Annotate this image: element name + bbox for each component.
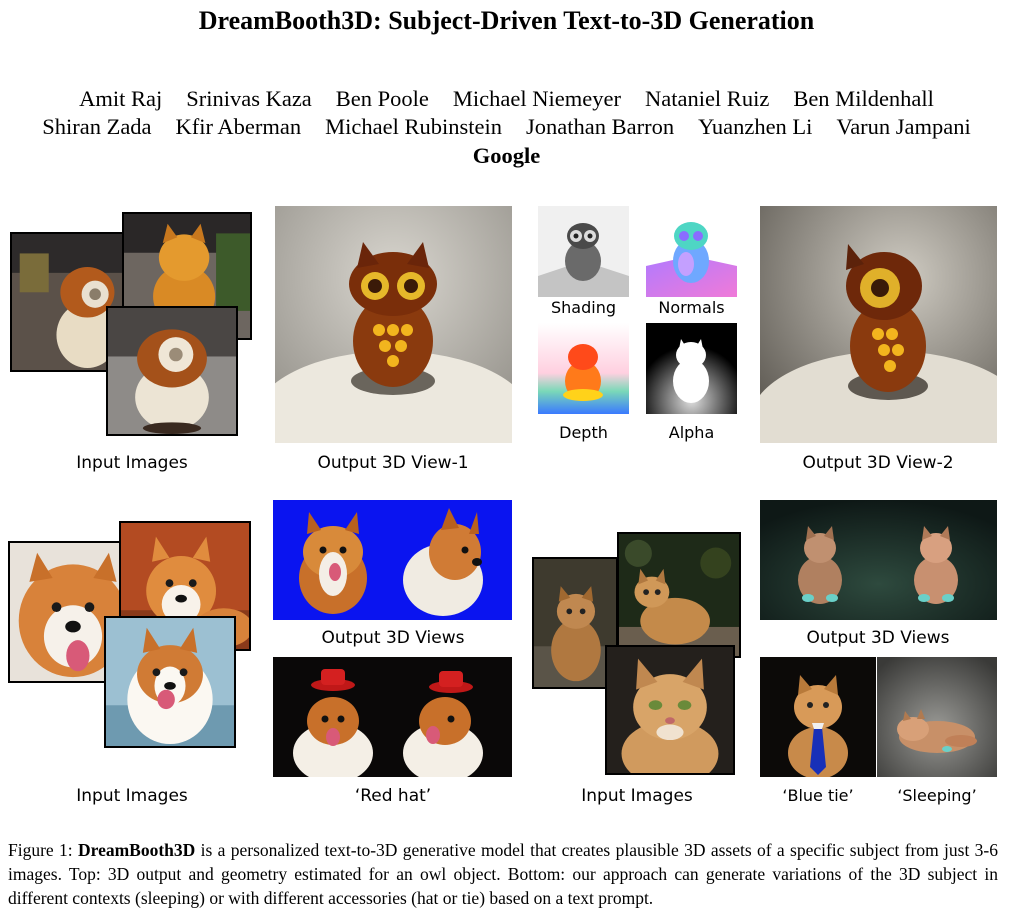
authors-line-2: Shiran Zada Kfir Aberman Michael Rubinstei… [0, 114, 1013, 140]
owl-shading-map [538, 206, 629, 297]
author-name: Michael Rubinstein [325, 114, 502, 139]
depth-label: Depth [559, 423, 608, 442]
figure-caption: Figure 1: DreamBooth3D is a personalized… [8, 838, 998, 910]
owl-normals-map [646, 206, 737, 297]
author-name: Amit Raj [79, 86, 163, 111]
caption-prefix: Figure 1: [8, 840, 78, 860]
author-name: Varun Jampani [836, 114, 971, 139]
owl-input-photo-3 [106, 306, 238, 436]
owl-view-1-label: Output 3D View-1 [317, 453, 469, 473]
owl-output-view-1-image [275, 206, 512, 443]
cat-output-label: Output 3D Views [806, 628, 950, 648]
author-name: Srinivas Kaza [186, 86, 312, 111]
caption-bold-name: DreamBooth3D [78, 840, 196, 860]
normals-label: Normals [658, 298, 725, 317]
author-name: Shiran Zada [42, 114, 152, 139]
cat-input-photo-2 [617, 532, 741, 658]
cat-output-3d-views-image [760, 500, 997, 620]
dog-red-hat-image [273, 657, 512, 777]
author-name: Ben Mildenhall [793, 86, 934, 111]
authors-line-1: Amit Raj Srinivas Kaza Ben Poole Michael Ni… [0, 86, 1013, 112]
cat-input-label: Input Images [581, 786, 693, 806]
cat-blue-tie-image [760, 657, 876, 777]
shading-label: Shading [551, 298, 616, 317]
dog-input-label: Input Images [76, 786, 188, 806]
dog-output-label: Output 3D Views [321, 628, 465, 648]
alpha-label: Alpha [668, 423, 715, 442]
dog-output-3d-views-image [273, 500, 512, 620]
paper-title: DreamBooth3D: Subject-Driven Text-to-3D … [198, 6, 815, 35]
owl-output-view-2-image [760, 206, 997, 443]
author-name: Kfir Aberman [175, 114, 302, 139]
author-name: Nataniel Ruiz [644, 86, 770, 111]
author-name: Ben Poole [335, 86, 429, 111]
cat-blue-tie-label: ‘Blue tie’ [782, 786, 854, 805]
dog-red-hat-label: ‘Red hat’ [354, 786, 432, 806]
author-name: Michael Niemeyer [452, 86, 621, 111]
owl-alpha-map [646, 323, 737, 414]
cat-input-photo-3 [605, 645, 735, 775]
owl-input-label: Input Images [76, 453, 188, 473]
cat-sleeping-image [877, 657, 997, 777]
owl-depth-map [538, 323, 629, 414]
dog-input-photo-3 [104, 616, 236, 748]
author-name: Jonathan Barron [526, 114, 675, 139]
affiliation: Google [472, 143, 541, 168]
owl-view-2-label: Output 3D View-2 [802, 453, 954, 473]
author-name: Yuanzhen Li [698, 114, 813, 139]
cat-sleeping-label: ‘Sleeping’ [897, 786, 977, 805]
